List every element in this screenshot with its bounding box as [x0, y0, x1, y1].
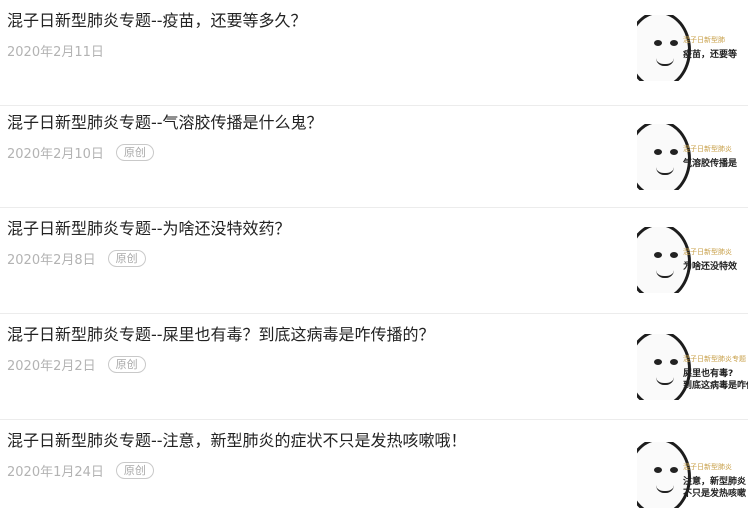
article-thumbnail[interactable]: 混子日新型肺炎 注意，新型肺炎 不只是发热咳嗽: [637, 442, 748, 508]
article-title[interactable]: 混子日新型肺炎专题--疫苗，还要等多久？: [7, 9, 307, 33]
article-thumbnail[interactable]: 混子日新型肺 疫苗，还要等: [637, 15, 748, 81]
thumb-text-line1: 疫苗，还要等: [683, 50, 738, 60]
thumb-brand: 混子日新型肺炎: [683, 145, 732, 153]
thumb-text-line1: 为啥还没特效: [683, 262, 738, 272]
original-badge: 原创: [115, 461, 154, 479]
article-thumbnail[interactable]: 混子日新型肺炎专题 屎里也有毒? 到底这病毒是咋传: [637, 334, 748, 400]
article-date: 2020年2月11日: [7, 44, 104, 60]
thumb-text-line2: 到底这病毒是咋传: [683, 381, 748, 391]
thumb-text-line1: 气溶胶传播是: [683, 159, 738, 169]
article-meta: 2020年2月8日 原创: [7, 247, 146, 269]
article-item[interactable]: 混子日新型肺炎专题--疫苗，还要等多久？ 2020年2月11日 混子日新型肺 疫…: [0, 0, 748, 106]
article-item[interactable]: 混子日新型肺炎专题--屎里也有毒？到底这病毒是咋传播的？ 2020年2月2日 原…: [0, 314, 748, 420]
article-title[interactable]: 混子日新型肺炎专题--为啥还没特效药？: [7, 217, 291, 241]
thumb-text-line2: 不只是发热咳嗽: [683, 489, 747, 499]
article-item[interactable]: 混子日新型肺炎专题--气溶胶传播是什么鬼？ 2020年2月10日 原创 混子日新…: [0, 102, 748, 208]
article-item[interactable]: 混子日新型肺炎专题--注意，新型肺炎的症状不只是发热咳嗽哦！ 2020年1月24…: [0, 420, 748, 526]
article-date: 2020年2月10日: [7, 146, 104, 162]
article-meta: 2020年2月10日 原创: [7, 141, 154, 163]
article-date: 2020年2月2日: [7, 358, 96, 374]
article-title[interactable]: 混子日新型肺炎专题--气溶胶传播是什么鬼？: [7, 111, 323, 135]
thumb-brand: 混子日新型肺炎: [683, 463, 732, 471]
article-title[interactable]: 混子日新型肺炎专题--屎里也有毒？到底这病毒是咋传播的？: [7, 323, 435, 347]
thumb-brand: 混子日新型肺炎: [683, 248, 732, 256]
thumb-brand: 混子日新型肺炎专题: [683, 355, 746, 363]
original-badge: 原创: [115, 143, 154, 161]
article-date: 2020年2月8日: [7, 252, 96, 268]
article-title[interactable]: 混子日新型肺炎专题--注意，新型肺炎的症状不只是发热咳嗽哦！: [7, 429, 467, 453]
article-date: 2020年1月24日: [7, 464, 104, 480]
article-meta: 2020年2月2日 原创: [7, 353, 146, 375]
article-meta: 2020年2月11日: [7, 39, 104, 61]
original-badge: 原创: [107, 249, 146, 267]
article-thumbnail[interactable]: 混子日新型肺炎 为啥还没特效: [637, 227, 748, 293]
article-item[interactable]: 混子日新型肺炎专题--为啥还没特效药？ 2020年2月8日 原创 混子日新型肺炎…: [0, 208, 748, 314]
article-thumbnail[interactable]: 混子日新型肺炎 气溶胶传播是: [637, 124, 748, 190]
article-meta: 2020年1月24日 原创: [7, 459, 154, 481]
thumb-brand: 混子日新型肺: [683, 36, 725, 44]
original-badge: 原创: [107, 355, 146, 373]
